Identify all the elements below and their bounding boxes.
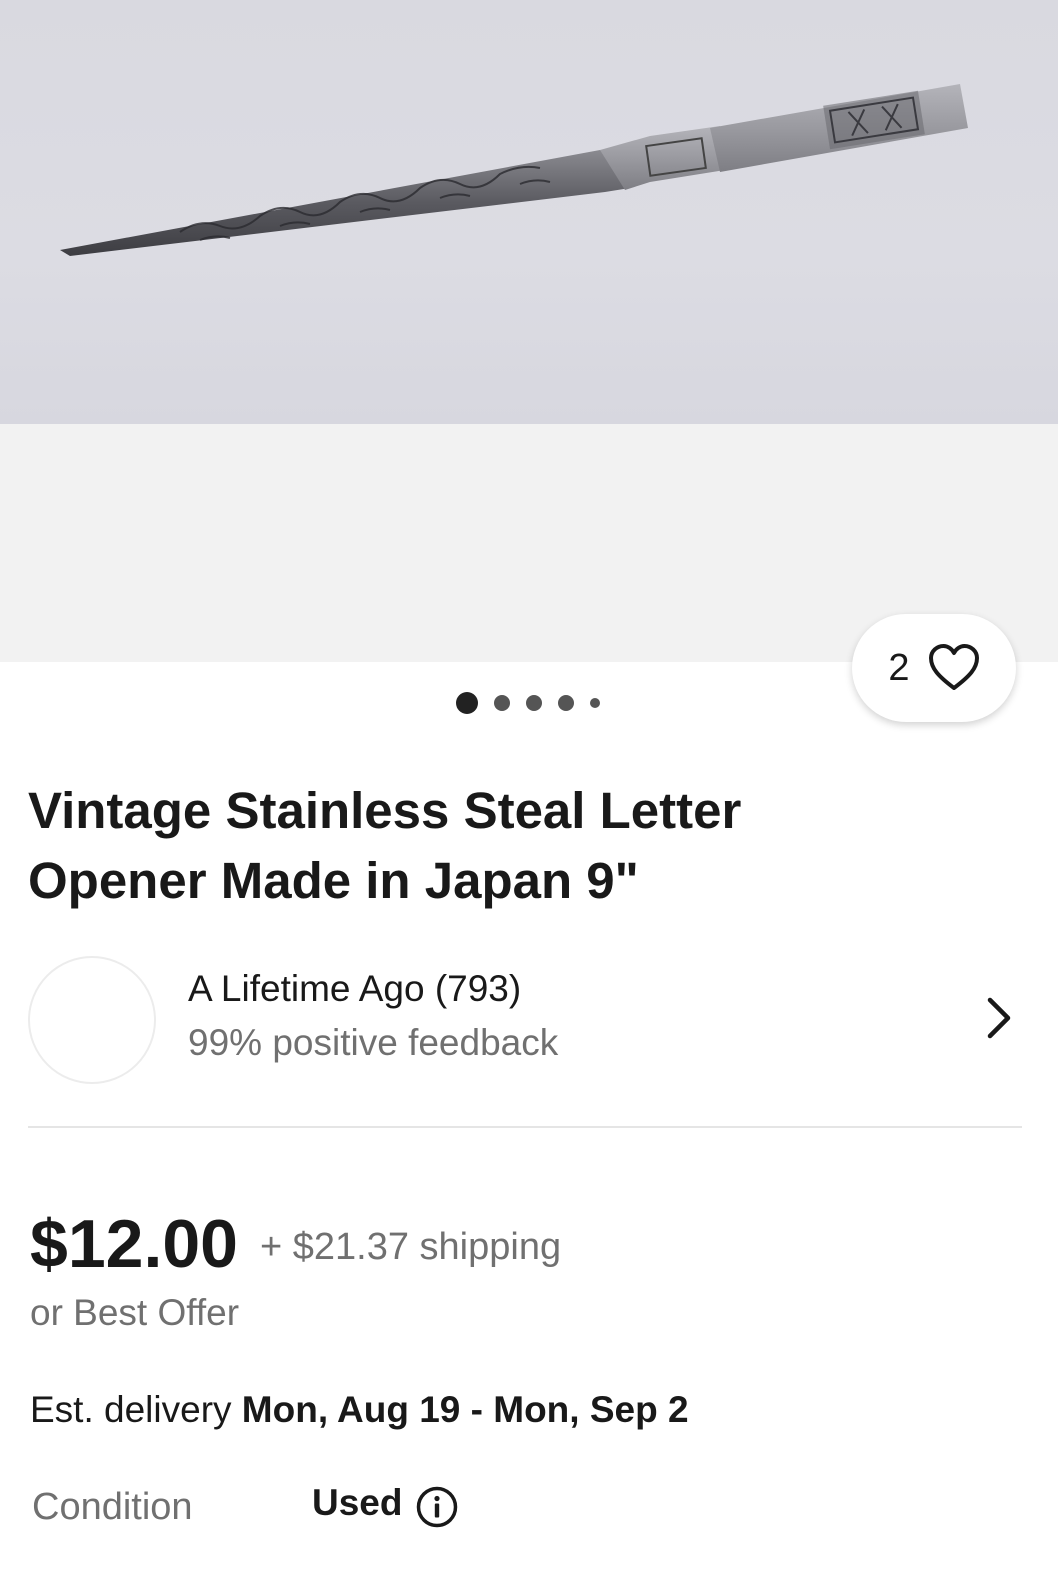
- seller-card[interactable]: A Lifetime Ago (793) 99% positive feedba…: [28, 956, 1028, 1088]
- best-offer-label: or Best Offer: [30, 1292, 240, 1333]
- image-pagination[interactable]: [0, 690, 1064, 716]
- chevron-right-icon: [984, 996, 1014, 1045]
- gallery-edge: [1058, 0, 1064, 662]
- listing-title: Vintage Stainless Steal Letter Opener Ma…: [28, 782, 742, 909]
- pagination-dot[interactable]: [494, 695, 510, 711]
- product-image[interactable]: [0, 0, 1058, 424]
- seller-name: A Lifetime Ago (793): [188, 968, 522, 1009]
- pagination-dot[interactable]: [590, 698, 600, 708]
- watch-count: 2: [888, 646, 910, 689]
- avatar: [28, 956, 156, 1084]
- divider: [28, 1126, 1022, 1128]
- seller-feedback: 99% positive feedback: [188, 1022, 559, 1063]
- pagination-dot[interactable]: [558, 695, 574, 711]
- letter-opener-illustration: [60, 84, 968, 256]
- delivery-dates: Mon, Aug 19 - Mon, Sep 2: [241, 1389, 689, 1430]
- info-icon[interactable]: [416, 1486, 458, 1533]
- pagination-dot-active[interactable]: [456, 692, 478, 714]
- shipping-cost: + $21.37 shipping: [260, 1226, 562, 1268]
- condition-label: Condition: [32, 1486, 193, 1528]
- condition-value: Used: [312, 1482, 403, 1523]
- estimated-delivery: Est. delivery Mon, Aug 19 - Mon, Sep 2: [30, 1389, 689, 1431]
- image-gallery[interactable]: [0, 0, 1064, 662]
- pagination-dot[interactable]: [526, 695, 542, 711]
- price: $12.00: [30, 1206, 238, 1282]
- delivery-label: Est. delivery: [30, 1389, 232, 1430]
- heart-icon: [928, 644, 980, 692]
